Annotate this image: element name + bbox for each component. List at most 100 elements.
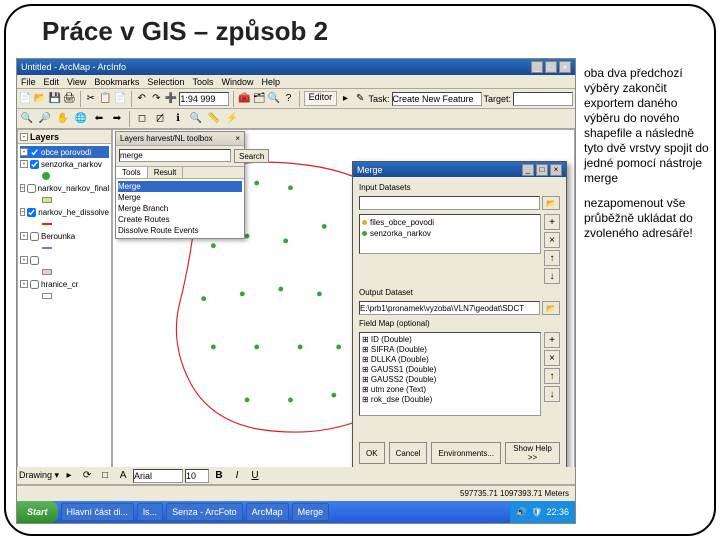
hyperlink-icon[interactable]: ⚡	[224, 111, 240, 127]
search-icon[interactable]: 🔍	[268, 91, 281, 107]
copy-icon[interactable]: 📋	[99, 91, 112, 107]
menu-view[interactable]: View	[67, 77, 86, 87]
font-dropdown[interactable]	[133, 469, 183, 483]
toc-collapse-icon[interactable]: -	[20, 133, 28, 141]
print-icon[interactable]: 🖨	[63, 91, 76, 107]
cancel-button[interactable]: Cancel	[389, 442, 428, 464]
add-data-icon[interactable]: ➕	[165, 91, 178, 107]
select-features-icon[interactable]: ◻	[134, 111, 150, 127]
menu-bookmarks[interactable]: Bookmarks	[94, 77, 139, 87]
help-icon[interactable]: ?	[282, 91, 295, 107]
search-input[interactable]	[119, 149, 231, 162]
remove-field-icon[interactable]: ×	[544, 350, 560, 366]
tool-item[interactable]: Create Routes	[118, 214, 242, 225]
field-item[interactable]: ⊞ utm zone (Text)	[362, 385, 538, 395]
move-down-icon[interactable]: ↓	[544, 268, 560, 284]
layer-item[interactable]: -narkov_he_dissolve	[20, 206, 109, 218]
layer-checkbox[interactable]	[30, 160, 39, 169]
tool-item[interactable]: Merge	[118, 181, 242, 192]
menu-selection[interactable]: Selection	[147, 77, 184, 87]
menu-edit[interactable]: Edit	[44, 77, 60, 87]
task-dropdown[interactable]	[392, 92, 482, 106]
maximize-button[interactable]: □	[536, 164, 548, 176]
list-item[interactable]: senzorka_narkov	[362, 228, 538, 239]
redo-icon[interactable]: ↷	[150, 91, 163, 107]
minimize-button[interactable]: _	[522, 164, 534, 176]
remove-icon[interactable]: ×	[544, 232, 560, 248]
tray-icon[interactable]: 🔊	[516, 507, 527, 518]
add-field-icon[interactable]: +	[544, 332, 560, 348]
field-item[interactable]: ⊞ rok_dse (Double)	[362, 395, 538, 405]
move-up-icon[interactable]: ↑	[544, 250, 560, 266]
scale-input[interactable]	[179, 92, 229, 106]
cut-icon[interactable]: ✂	[85, 91, 98, 107]
font-size-dropdown[interactable]	[185, 469, 209, 483]
rotate-icon[interactable]: ⟳	[79, 468, 95, 484]
browse-icon[interactable]: 📂	[542, 196, 560, 210]
menu-tools[interactable]: Tools	[192, 77, 213, 87]
taskbar-item[interactable]: Hlavní část di...	[61, 503, 135, 521]
layer-item[interactable]: -Berounka	[20, 230, 109, 242]
clear-selection-icon[interactable]: ◻̸	[152, 111, 168, 127]
toolbox-icon[interactable]: 🧰	[238, 91, 251, 107]
save-icon[interactable]: 💾	[48, 91, 61, 107]
rect-icon[interactable]: □	[97, 468, 113, 484]
zoom-prev-icon[interactable]: ⬅	[91, 111, 107, 127]
layer-item[interactable]: -narkov_narkov_final	[20, 182, 109, 194]
undo-icon[interactable]: ↶	[135, 91, 148, 107]
layer-checkbox[interactable]	[27, 208, 36, 217]
layer-checkbox[interactable]	[30, 232, 39, 241]
editor-button[interactable]: Editor	[304, 91, 338, 106]
taskbar-item[interactable]: Senza - ArcFoto	[166, 503, 243, 521]
layer-item[interactable]: -hranice_cr	[20, 278, 109, 290]
identify-icon[interactable]: ℹ	[170, 111, 186, 127]
ok-button[interactable]: OK	[359, 442, 385, 464]
tray-icon[interactable]: 🛡	[531, 507, 542, 518]
layer-item[interactable]: -senzorka_narkov	[20, 158, 109, 170]
bold-icon[interactable]: B	[211, 468, 227, 484]
find-icon[interactable]: 🔍	[188, 111, 204, 127]
list-item[interactable]: files_obce_povodi	[362, 217, 538, 228]
field-map-tree[interactable]: ⊞ ID (Double) ⊞ SIFRA (Double) ⊞ DLLKA (…	[359, 332, 541, 416]
pan-icon[interactable]: ✋	[55, 111, 71, 127]
start-button[interactable]: Start	[17, 501, 58, 523]
tab-tools[interactable]: Tools	[116, 167, 148, 178]
tool-item[interactable]: Merge	[118, 192, 242, 203]
close-button[interactable]: ×	[550, 164, 562, 176]
tool-item[interactable]: Merge Branch	[118, 203, 242, 214]
new-icon[interactable]: 📄	[19, 91, 32, 107]
taskbar-item[interactable]: ls...	[137, 503, 163, 521]
output-dataset-field[interactable]	[359, 301, 540, 315]
environments-button[interactable]: Environments...	[431, 442, 501, 464]
show-help-button[interactable]: Show Help >>	[505, 442, 560, 464]
taskbar-item[interactable]: Merge	[292, 503, 330, 521]
input-datasets-field[interactable]	[359, 196, 540, 210]
move-down-icon[interactable]: ↓	[544, 386, 560, 402]
field-item[interactable]: ⊞ DLLKA (Double)	[362, 355, 538, 365]
layer-checkbox[interactable]	[30, 148, 39, 157]
field-item[interactable]: ⊞ SIFRA (Double)	[362, 345, 538, 355]
move-up-icon[interactable]: ↑	[544, 368, 560, 384]
target-dropdown[interactable]	[513, 92, 573, 106]
underline-icon[interactable]: U	[247, 468, 263, 484]
layer-checkbox[interactable]	[30, 256, 39, 265]
layer-checkbox[interactable]	[30, 280, 39, 289]
input-datasets-list[interactable]: files_obce_povodi senzorka_narkov	[359, 214, 541, 254]
layer-item[interactable]: -obce porovodi	[20, 146, 109, 158]
tab-result[interactable]: Result	[148, 167, 184, 178]
menu-help[interactable]: Help	[261, 77, 280, 87]
zoom-in-icon[interactable]: 🔍	[19, 111, 35, 127]
close-button[interactable]: ×	[559, 61, 571, 73]
menu-file[interactable]: File	[21, 77, 36, 87]
tool-item[interactable]: Dissolve Route Events	[118, 225, 242, 236]
text-icon[interactable]: A	[115, 468, 131, 484]
catalog-icon[interactable]: 🗂	[253, 91, 266, 107]
browse-icon[interactable]: 📂	[542, 301, 560, 315]
paste-icon[interactable]: 📄	[114, 91, 127, 107]
field-item[interactable]: ⊞ GAUSS1 (Double)	[362, 365, 538, 375]
edit-tool-icon[interactable]: ▸	[339, 91, 352, 107]
zoom-next-icon[interactable]: ➡	[109, 111, 125, 127]
field-item[interactable]: ⊞ ID (Double)	[362, 335, 538, 345]
measure-icon[interactable]: 📏	[206, 111, 222, 127]
layer-checkbox[interactable]	[27, 184, 36, 193]
